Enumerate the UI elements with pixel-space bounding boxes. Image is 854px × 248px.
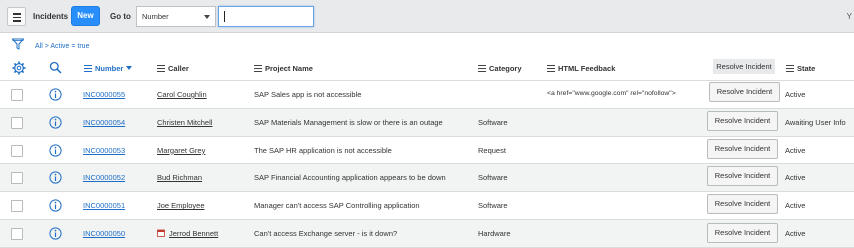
list-header-bar: Incidents New Go to Number Y	[0, 0, 854, 33]
html-feedback-cell: <a href="www.google.com" rel="nofollow">	[547, 90, 676, 97]
column-html-feedback-label: HTML Feedback	[558, 64, 616, 73]
resolve-incident-button[interactable]: Resolve Incident	[707, 138, 778, 159]
state-cell: Awaiting User Info	[785, 117, 846, 127]
table-row: INC0000052 Bud Richman SAP Financial Acc…	[0, 164, 854, 193]
column-menu-icon[interactable]	[786, 65, 794, 73]
caller-link[interactable]: Carol Coughlin	[157, 90, 207, 99]
column-menu-icon[interactable]	[84, 65, 92, 73]
project-name-cell: Manager can't access SAP Controlling app…	[254, 201, 420, 211]
gear-icon[interactable]	[12, 61, 26, 75]
column-header-resolve-incident[interactable]: Resolve Incident	[713, 59, 775, 74]
column-caller-label: Caller	[168, 64, 189, 73]
text-cursor	[224, 11, 225, 22]
project-name-cell: SAP Financial Accounting application app…	[254, 173, 446, 183]
caller-link[interactable]: Bud Richman	[157, 173, 202, 182]
category-cell: Software	[478, 117, 508, 127]
chevron-down-icon	[204, 15, 210, 19]
column-header-category[interactable]: Category	[478, 64, 522, 73]
project-name-cell: SAP Sales app is not accessible	[254, 90, 362, 99]
incident-number-link[interactable]: INC0000053	[83, 146, 125, 155]
column-menu-icon[interactable]	[254, 65, 262, 73]
caller-link[interactable]: Jerrod Bennett	[169, 229, 218, 238]
project-name-cell: The SAP HR application is not accessible	[254, 145, 392, 155]
resolve-incident-button[interactable]: Resolve Incident	[707, 110, 778, 131]
row-checkbox[interactable]	[11, 89, 23, 101]
resolve-incident-button[interactable]: Resolve Incident	[707, 194, 778, 215]
column-category-label: Category	[489, 64, 522, 73]
caller-link[interactable]: Christen Mitchell	[157, 118, 212, 127]
calendar-icon	[157, 229, 165, 237]
column-project-name-label: Project Name	[265, 64, 313, 73]
hamburger-icon[interactable]	[7, 7, 26, 26]
column-header-caller[interactable]: Caller	[157, 64, 189, 73]
state-cell: Active	[785, 173, 806, 183]
category-cell: Request	[478, 145, 506, 155]
state-cell: Active	[785, 145, 806, 155]
caller-link[interactable]: Joe Employee	[157, 201, 205, 210]
info-icon[interactable]	[49, 227, 62, 240]
info-icon[interactable]	[49, 199, 62, 212]
column-header-state[interactable]: State	[786, 64, 815, 73]
incident-number-link[interactable]: INC0000055	[83, 90, 125, 99]
header-right-glyph[interactable]: Y	[847, 12, 852, 21]
resolve-incident-button[interactable]: Resolve Incident	[707, 223, 778, 243]
column-state-label: State	[797, 64, 816, 73]
incident-number-link[interactable]: INC0000052	[83, 173, 125, 182]
row-checkbox[interactable]	[11, 144, 23, 157]
table-row: INC0000051 Joe Employee Manager can't ac…	[0, 192, 854, 220]
goto-field-select[interactable]: Number	[136, 6, 216, 27]
table-row: INC0000053 Margaret Grey The SAP HR appl…	[0, 136, 854, 165]
caller-link[interactable]: Margaret Grey	[157, 146, 205, 155]
table-row: INC0000054 Christen Mitchell SAP Materia…	[0, 108, 854, 137]
sort-descending-icon	[126, 66, 133, 70]
project-name-cell: SAP Materials Management is slow or ther…	[254, 117, 443, 127]
column-menu-icon[interactable]	[547, 65, 555, 73]
incident-number-link[interactable]: INC0000051	[83, 201, 125, 210]
table-row: INC0000055 Carol Coughlin SAP Sales app …	[0, 81, 854, 109]
column-header-html-feedback[interactable]: HTML Feedback	[547, 64, 615, 73]
info-icon[interactable]	[49, 171, 62, 184]
info-icon[interactable]	[49, 143, 62, 157]
resolve-incident-button[interactable]: Resolve Incident	[709, 82, 780, 102]
funnel-icon[interactable]	[12, 38, 24, 50]
row-checkbox[interactable]	[11, 172, 23, 185]
column-header-number[interactable]: Number	[84, 64, 133, 73]
category-cell: Software	[478, 201, 508, 211]
row-checkbox[interactable]	[11, 116, 23, 129]
row-checkbox[interactable]	[11, 228, 23, 240]
info-icon[interactable]	[49, 116, 62, 129]
column-header-project-name[interactable]: Project Name	[254, 64, 313, 73]
list-title: Incidents	[33, 12, 69, 21]
incident-number-link[interactable]: INC0000054	[83, 118, 125, 127]
incident-number-link[interactable]: INC0000050	[83, 229, 125, 238]
column-number-label: Number	[95, 64, 124, 73]
resolve-incident-button[interactable]: Resolve Incident	[707, 166, 778, 187]
info-icon[interactable]	[49, 88, 62, 101]
state-cell: Active	[785, 201, 806, 211]
breadcrumb[interactable]: All > Active = true	[35, 43, 89, 50]
goto-search-input[interactable]	[218, 6, 314, 27]
table-row: INC0000050 Jerrod Bennett Can't access E…	[0, 220, 854, 248]
column-menu-icon[interactable]	[478, 65, 486, 73]
state-cell: Active	[785, 229, 806, 238]
new-button[interactable]: New	[71, 6, 100, 26]
category-cell: Software	[478, 173, 508, 183]
column-menu-icon[interactable]	[157, 65, 165, 73]
search-icon[interactable]	[49, 61, 62, 74]
category-cell: Hardware	[478, 229, 511, 238]
row-checkbox[interactable]	[11, 200, 23, 213]
goto-label: Go to	[110, 12, 131, 21]
state-cell: Active	[785, 90, 806, 99]
goto-select-value: Number	[142, 12, 169, 21]
project-name-cell: Can't access Exchange server - is it dow…	[254, 229, 398, 238]
